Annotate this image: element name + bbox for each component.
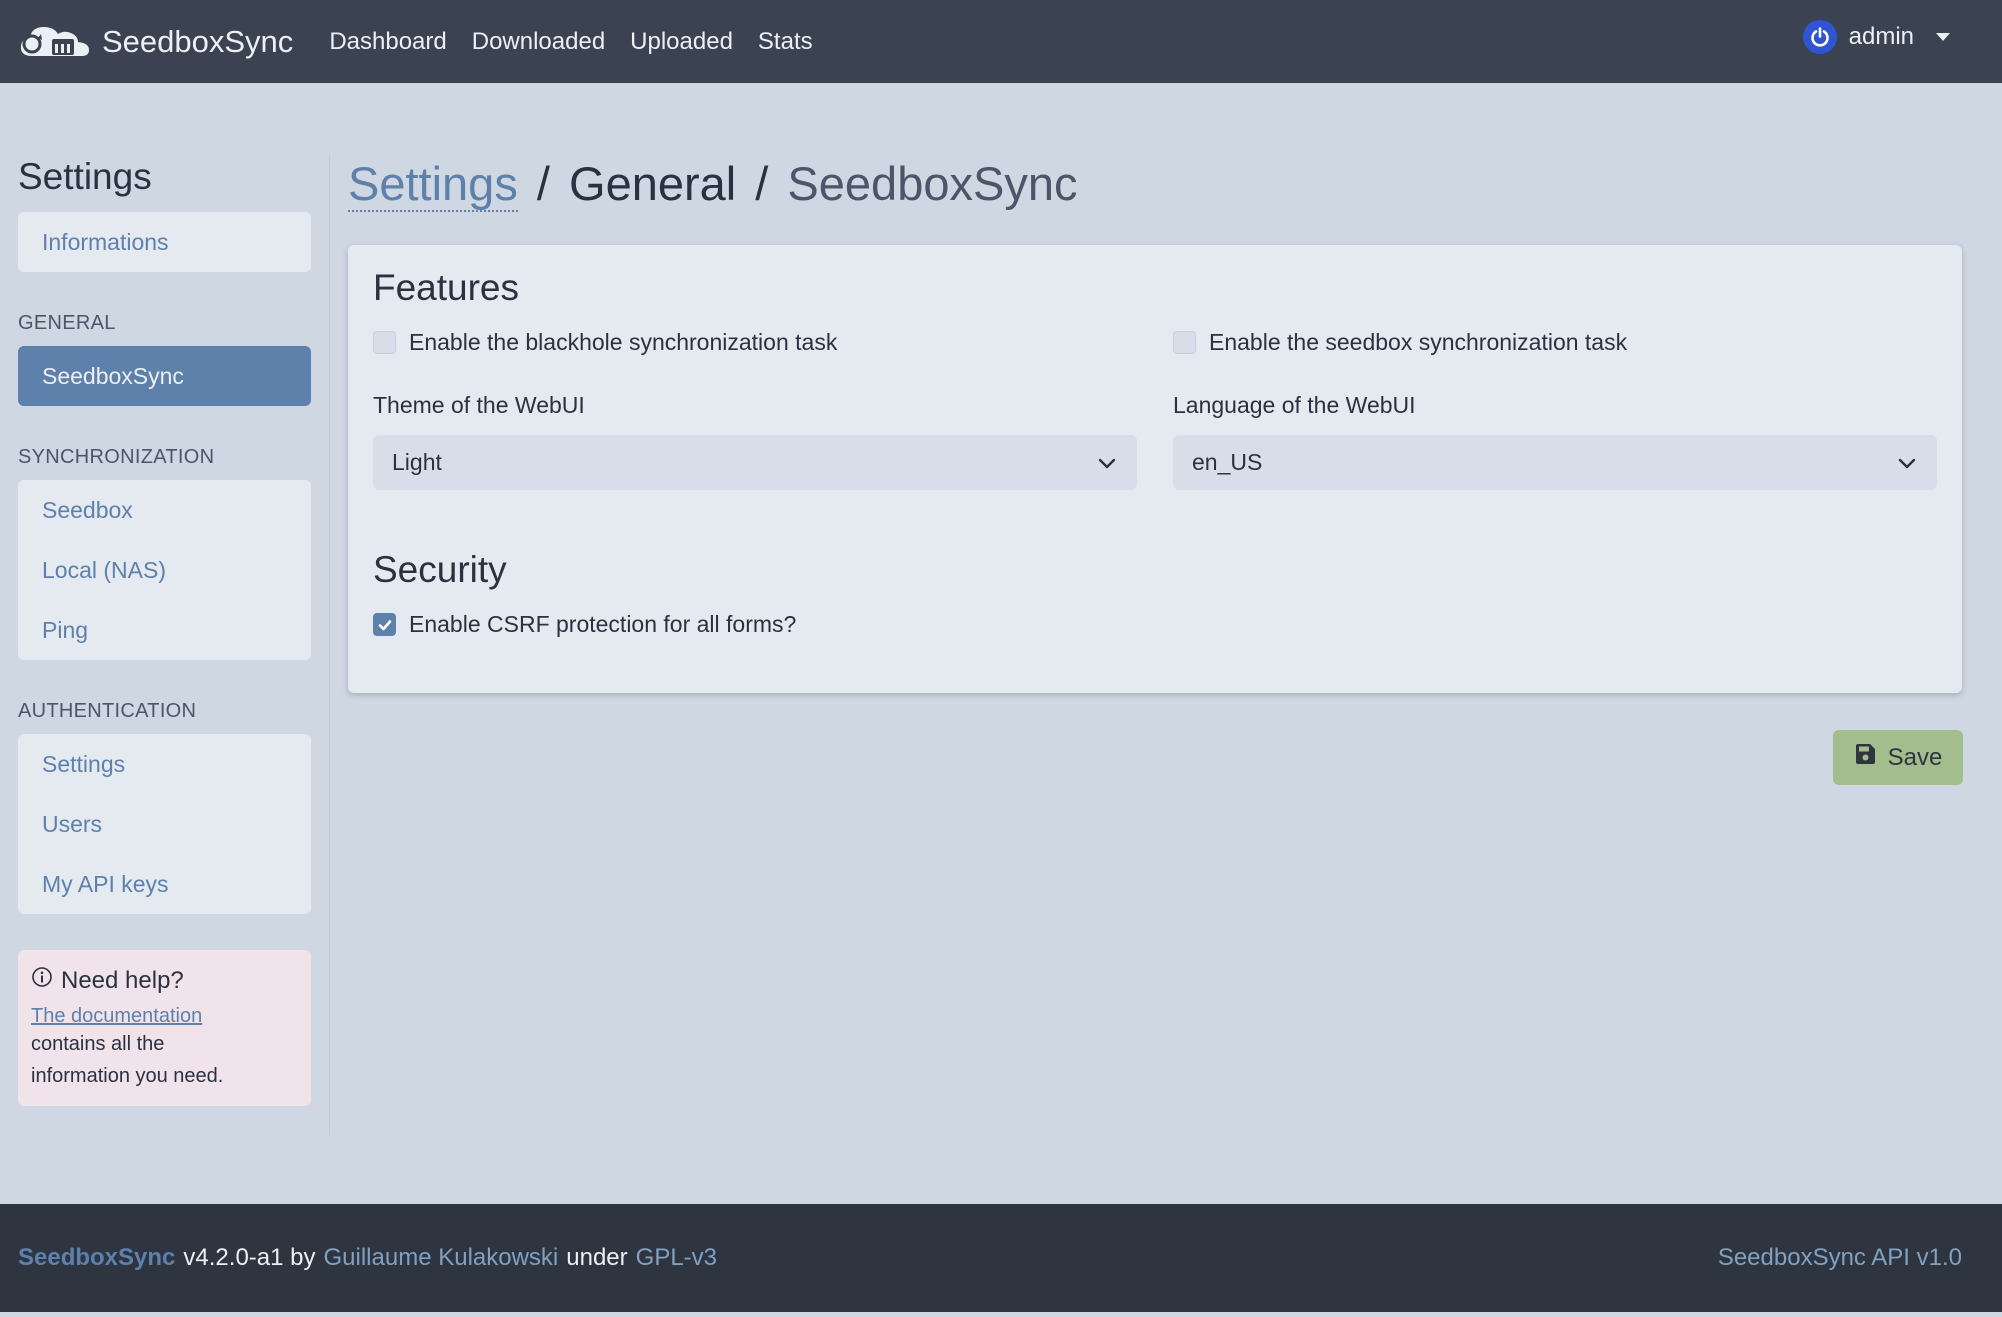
- breadcrumb-page: SeedboxSync: [787, 157, 1078, 210]
- csrf-checkbox[interactable]: [373, 613, 396, 636]
- documentation-link[interactable]: The documentation: [31, 1005, 297, 1028]
- chevron-down-icon: [1898, 458, 1916, 469]
- nav-uploaded[interactable]: Uploaded: [630, 28, 733, 56]
- footer-brand-link[interactable]: SeedboxSync: [18, 1244, 175, 1272]
- blackhole-sync-checkbox-row[interactable]: Enable the blackhole synchronization tas…: [373, 329, 837, 356]
- seedbox-sync-label: Enable the seedbox synchronization task: [1209, 329, 1628, 355]
- theme-select-value: Light: [392, 449, 442, 475]
- breadcrumb-separator: /: [755, 157, 769, 210]
- sidebar-item-seedboxsync[interactable]: SeedboxSync: [18, 346, 311, 406]
- theme-label: Theme of the WebUI: [373, 392, 585, 418]
- footer-api-link[interactable]: SeedboxSync API v1.0: [1718, 1244, 1962, 1272]
- seedbox-sync-checkbox[interactable]: [1173, 331, 1196, 354]
- section-auth-heading: AUTHENTICATION: [18, 700, 197, 722]
- sidebar-divider: [329, 155, 330, 1135]
- language-select[interactable]: en_US: [1173, 435, 1937, 490]
- nav-downloaded[interactable]: Downloaded: [472, 28, 605, 56]
- info-circle-icon: [31, 966, 53, 995]
- footer-license-link[interactable]: GPL-v3: [636, 1244, 717, 1272]
- checkmark-icon: [378, 619, 391, 630]
- section-sync-heading: SYNCHRONIZATION: [18, 446, 215, 468]
- info-list: Informations: [18, 212, 311, 272]
- language-label: Language of the WebUI: [1173, 392, 1416, 418]
- nav-stats[interactable]: Stats: [758, 28, 813, 56]
- floppy-disk-icon: [1854, 743, 1876, 772]
- blackhole-sync-checkbox[interactable]: [373, 331, 396, 354]
- help-text-line-1: contains all the: [31, 1033, 165, 1055]
- breadcrumb-separator: /: [536, 157, 550, 210]
- caret-down-icon: [1936, 33, 1950, 41]
- top-navbar: SeedboxSync Dashboard Downloaded Uploade…: [0, 0, 2002, 83]
- breadcrumb-general: General: [569, 157, 737, 210]
- help-heading: Need help?: [31, 966, 297, 995]
- sidebar-item-auth-settings[interactable]: Settings: [18, 734, 311, 794]
- settings-sidebar: Settings Informations GENERAL SeedboxSyn…: [18, 150, 311, 1106]
- breadcrumb-settings-link[interactable]: Settings: [348, 157, 518, 212]
- sidebar-item-ping[interactable]: Ping: [18, 600, 311, 660]
- security-heading: Security: [373, 549, 507, 590]
- language-select-value: en_US: [1192, 449, 1263, 475]
- blackhole-sync-label: Enable the blackhole synchronization tas…: [409, 329, 838, 355]
- auth-list: Settings Users My API keys: [18, 734, 311, 914]
- help-title: Need help?: [61, 966, 184, 994]
- footer: SeedboxSync v4.2.0-a1 by Guillaume Kulak…: [0, 1204, 2002, 1312]
- footer-author-link[interactable]: Guillaume Kulakowski: [324, 1244, 559, 1272]
- sidebar-item-seedbox[interactable]: Seedbox: [18, 480, 311, 540]
- theme-select[interactable]: Light: [373, 435, 1137, 490]
- general-list: SeedboxSync: [18, 346, 311, 406]
- help-text-line-2: information you need.: [31, 1065, 224, 1087]
- user-menu-dropdown[interactable]: admin: [1802, 20, 1950, 54]
- section-general-heading: GENERAL: [18, 312, 116, 334]
- footer-version: v4.2.0-a1 by: [183, 1244, 316, 1271]
- sync-list: Seedbox Local (NAS) Ping: [18, 480, 311, 660]
- features-heading: Features: [373, 267, 520, 308]
- settings-card: Features Enable the blackhole synchroniz…: [348, 245, 1962, 693]
- seedbox-cloud-logo-icon: [18, 22, 92, 62]
- sidebar-item-local-nas[interactable]: Local (NAS): [18, 540, 311, 600]
- sidebar-item-informations[interactable]: Informations: [18, 212, 311, 272]
- brand-name: SeedboxSync: [102, 23, 294, 59]
- save-label: Save: [1887, 743, 1943, 771]
- breadcrumb: Settings / General / SeedboxSync: [348, 156, 1078, 212]
- save-button[interactable]: Save: [1833, 730, 1963, 785]
- user-name: admin: [1848, 23, 1914, 50]
- help-box: Need help? The documentation contains al…: [18, 950, 311, 1106]
- seedbox-sync-checkbox-row[interactable]: Enable the seedbox synchronization task: [1173, 329, 1627, 356]
- main-nav: Dashboard Downloaded Uploaded Stats: [329, 28, 812, 56]
- sidebar-item-users[interactable]: Users: [18, 794, 311, 854]
- nav-dashboard[interactable]: Dashboard: [329, 28, 446, 56]
- footer-under: under: [566, 1244, 628, 1271]
- sidebar-item-api-keys[interactable]: My API keys: [18, 854, 311, 914]
- chevron-down-icon: [1098, 458, 1116, 469]
- power-icon: [1802, 20, 1837, 54]
- brand-link[interactable]: SeedboxSync: [18, 22, 293, 62]
- csrf-label: Enable CSRF protection for all forms?: [409, 611, 797, 637]
- sidebar-title: Settings: [18, 156, 152, 197]
- csrf-checkbox-row[interactable]: Enable CSRF protection for all forms?: [373, 611, 796, 638]
- bottom-strip: [0, 1312, 2002, 1317]
